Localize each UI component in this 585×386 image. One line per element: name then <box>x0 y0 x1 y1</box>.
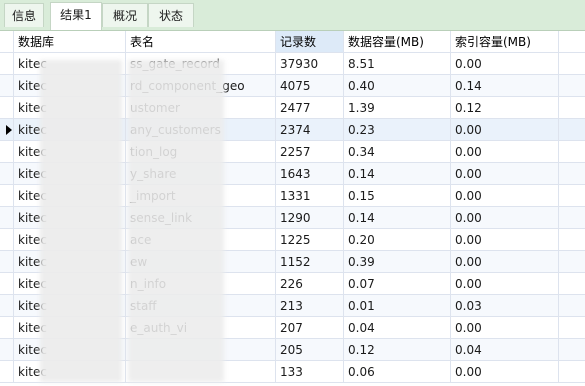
column-header-table-name[interactable]: 表名 <box>126 31 276 53</box>
row-gutter[interactable] <box>0 251 14 273</box>
cell-index-size[interactable]: 0.00 <box>451 317 559 339</box>
cell-record-count[interactable]: 1643 <box>276 163 344 185</box>
row-gutter-header <box>0 31 14 53</box>
cell-index-size[interactable]: 0.04 <box>451 339 559 361</box>
row-gutter[interactable] <box>0 207 14 229</box>
cell-data-size[interactable]: 0.23 <box>344 119 451 141</box>
cell-index-size[interactable]: 0.00 <box>451 361 559 383</box>
tab-status[interactable]: 状态 <box>148 3 194 27</box>
tab-info[interactable]: 信息 <box>4 3 44 27</box>
column-header-record-count[interactable]: 记录数 <box>276 31 344 53</box>
grid-header: 数据库 表名 记录数 数据容量(MB) 索引容量(MB) <box>0 31 585 53</box>
cell-data-size[interactable]: 0.14 <box>344 207 451 229</box>
row-gutter[interactable] <box>0 185 14 207</box>
cell-index-size[interactable]: 0.14 <box>451 75 559 97</box>
column-header-filler <box>559 31 585 53</box>
cell-data-size[interactable]: 0.06 <box>344 361 451 383</box>
cell-data-size[interactable]: 0.15 <box>344 185 451 207</box>
row-gutter[interactable] <box>0 75 14 97</box>
cell-data-size[interactable]: 0.20 <box>344 229 451 251</box>
cell-index-size[interactable]: 0.00 <box>451 53 559 75</box>
cell-data-size[interactable]: 0.01 <box>344 295 451 317</box>
cell-record-count[interactable]: 1331 <box>276 185 344 207</box>
row-filler <box>559 295 585 317</box>
cell-record-count[interactable]: 2257 <box>276 141 344 163</box>
column-header-index-size[interactable]: 索引容量(MB) <box>451 31 559 53</box>
row-filler <box>559 75 585 97</box>
cell-record-count[interactable]: 37930 <box>276 53 344 75</box>
cell-index-size[interactable]: 0.00 <box>451 273 559 295</box>
row-gutter[interactable] <box>0 141 14 163</box>
cell-data-size[interactable]: 0.12 <box>344 339 451 361</box>
row-gutter[interactable] <box>0 361 14 383</box>
row-gutter[interactable] <box>0 273 14 295</box>
result-tab-bar: 信息 结果1 概况 状态 <box>0 0 585 31</box>
cell-index-size[interactable]: 0.00 <box>451 119 559 141</box>
redaction-blur-database <box>40 60 122 382</box>
cell-record-count[interactable]: 2374 <box>276 119 344 141</box>
cell-record-count[interactable]: 1152 <box>276 251 344 273</box>
current-row-indicator-icon <box>6 125 12 135</box>
row-gutter[interactable] <box>0 119 14 141</box>
cell-record-count[interactable]: 213 <box>276 295 344 317</box>
cell-index-size[interactable]: 0.00 <box>451 229 559 251</box>
cell-record-count[interactable]: 4075 <box>276 75 344 97</box>
row-filler <box>559 53 585 75</box>
cell-data-size[interactable]: 0.34 <box>344 141 451 163</box>
cell-index-size[interactable]: 0.03 <box>451 295 559 317</box>
cell-index-size[interactable]: 0.00 <box>451 207 559 229</box>
cell-data-size[interactable]: 0.14 <box>344 163 451 185</box>
cell-record-count[interactable]: 133 <box>276 361 344 383</box>
row-filler <box>559 207 585 229</box>
cell-data-size[interactable]: 0.07 <box>344 273 451 295</box>
tab-result-1[interactable]: 结果1 <box>50 2 102 30</box>
row-filler <box>559 163 585 185</box>
row-filler <box>559 97 585 119</box>
row-gutter[interactable] <box>0 339 14 361</box>
cell-record-count[interactable]: 207 <box>276 317 344 339</box>
row-gutter[interactable] <box>0 97 14 119</box>
row-filler <box>559 229 585 251</box>
row-filler <box>559 141 585 163</box>
row-gutter[interactable] <box>0 229 14 251</box>
cell-record-count[interactable]: 226 <box>276 273 344 295</box>
cell-index-size[interactable]: 0.12 <box>451 97 559 119</box>
row-gutter[interactable] <box>0 317 14 339</box>
cell-data-size[interactable]: 0.40 <box>344 75 451 97</box>
row-filler <box>559 273 585 295</box>
cell-index-size[interactable]: 0.00 <box>451 251 559 273</box>
cell-index-size[interactable]: 0.00 <box>451 141 559 163</box>
row-filler <box>559 361 585 383</box>
cell-record-count[interactable]: 2477 <box>276 97 344 119</box>
row-gutter[interactable] <box>0 53 14 75</box>
row-filler <box>559 185 585 207</box>
tab-overview[interactable]: 概况 <box>102 3 148 27</box>
row-filler <box>559 317 585 339</box>
column-header-database[interactable]: 数据库 <box>14 31 126 53</box>
cell-data-size[interactable]: 0.39 <box>344 251 451 273</box>
cell-index-size[interactable]: 0.00 <box>451 185 559 207</box>
redaction-blur-table-name <box>128 60 224 382</box>
cell-data-size[interactable]: 0.04 <box>344 317 451 339</box>
row-filler <box>559 339 585 361</box>
cell-data-size[interactable]: 1.39 <box>344 97 451 119</box>
row-gutter[interactable] <box>0 295 14 317</box>
cell-record-count[interactable]: 1225 <box>276 229 344 251</box>
row-filler <box>559 251 585 273</box>
row-filler <box>559 119 585 141</box>
column-header-data-size[interactable]: 数据容量(MB) <box>344 31 451 53</box>
row-gutter[interactable] <box>0 163 14 185</box>
cell-index-size[interactable]: 0.00 <box>451 163 559 185</box>
cell-data-size[interactable]: 8.51 <box>344 53 451 75</box>
cell-record-count[interactable]: 205 <box>276 339 344 361</box>
cell-record-count[interactable]: 1290 <box>276 207 344 229</box>
